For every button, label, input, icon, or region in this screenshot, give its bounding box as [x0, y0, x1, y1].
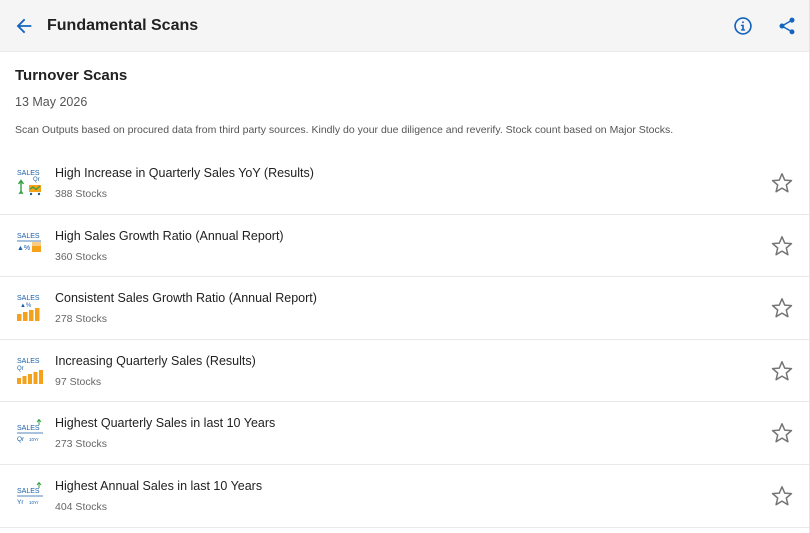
- app-window: Fundamental Scans Turnover Scans 13 May …: [0, 0, 810, 533]
- svg-text:SALES: SALES: [17, 488, 40, 495]
- scan-name: High Increase in Quarterly Sales YoY (Re…: [55, 166, 314, 180]
- scan-name: Highest Annual Sales in last 10 Years: [55, 478, 263, 493]
- svg-text:▲%: ▲%: [17, 245, 30, 252]
- scan-date: 13 May 2026: [15, 95, 88, 109]
- page-title: Fundamental Scans: [47, 17, 199, 34]
- scan-name: Highest Quarterly Sales in last 10 Years: [55, 416, 276, 431]
- star-outline-icon[interactable]: [770, 359, 794, 383]
- top-app-bar: Fundamental Scans: [0, 0, 809, 52]
- scan-stock-count: 273 Stocks: [55, 438, 107, 451]
- svg-text:SALES: SALES: [17, 295, 40, 302]
- star-outline-icon[interactable]: [770, 296, 794, 320]
- disclaimer-text: Scan Outputs based on procured data from…: [15, 124, 674, 136]
- sales-quarterly-increasing-icon: SALES Qr: [17, 358, 43, 384]
- scan-list: SALES Qr High Increase in Quarterly Sale…: [0, 152, 809, 528]
- svg-text:▲%: ▲%: [20, 303, 32, 309]
- sales-qr-yoy-icon: SALES Qr: [17, 170, 41, 196]
- sales-highest-quarterly-icon: SALES Qr 10Yr: [17, 419, 43, 443]
- svg-text:Yr: Yr: [17, 499, 24, 506]
- svg-text:Qr: Qr: [17, 436, 25, 443]
- star-outline-icon[interactable]: [770, 421, 794, 445]
- scan-stock-count: 404 Stocks: [55, 500, 107, 513]
- svg-text:SALES: SALES: [17, 233, 40, 240]
- scan-stock-count: 388 Stocks: [55, 188, 107, 200]
- scan-stock-count: 360 Stocks: [55, 250, 107, 263]
- scan-name: High Sales Growth Ratio (Annual Report): [55, 228, 284, 243]
- sales-consistent-growth-icon: SALES ▲%: [17, 295, 40, 322]
- star-outline-icon[interactable]: [770, 234, 794, 258]
- svg-text:10Yr: 10Yr: [29, 500, 39, 505]
- scan-stock-count: 97 Stocks: [55, 375, 102, 388]
- scan-name: Consistent Sales Growth Ratio (Annual Re…: [55, 291, 317, 306]
- scan-list-item[interactable]: SALES ▲% High Sales Growth Ratio (Annual…: [0, 215, 809, 278]
- svg-text:SALES: SALES: [17, 170, 40, 177]
- svg-text:SALES: SALES: [17, 425, 40, 432]
- svg-text:SALES: SALES: [17, 358, 40, 365]
- sales-growth-ratio-icon: SALES ▲%: [17, 233, 41, 252]
- star-outline-icon[interactable]: [770, 171, 794, 195]
- svg-text:Qr: Qr: [33, 177, 40, 183]
- back-arrow-icon[interactable]: [13, 15, 35, 37]
- info-icon[interactable]: [733, 16, 753, 36]
- star-outline-icon[interactable]: [770, 484, 794, 508]
- svg-text:Qr: Qr: [17, 366, 24, 372]
- scan-list-item[interactable]: SALES Qr Increasing Quarterly Sales (Res…: [0, 340, 809, 403]
- share-icon[interactable]: [777, 16, 797, 36]
- scan-list-item[interactable]: SALES ▲% Consistent Sales Growth Ratio (…: [0, 277, 809, 340]
- scan-stock-count: 278 Stocks: [55, 313, 107, 326]
- scan-list-item[interactable]: SALES Qr 10Yr Highest Quarterly Sales in…: [0, 402, 809, 465]
- scan-name: Increasing Quarterly Sales (Results): [55, 353, 256, 368]
- sales-highest-annual-icon: SALES Yr 10Yr: [17, 481, 43, 506]
- svg-text:10Yr: 10Yr: [29, 437, 39, 442]
- scan-list-item[interactable]: SALES Qr High Increase in Quarterly Sale…: [0, 152, 809, 215]
- section-title: Turnover Scans: [15, 67, 128, 84]
- scan-list-item[interactable]: SALES Yr 10Yr Highest Annual Sales in la…: [0, 465, 809, 528]
